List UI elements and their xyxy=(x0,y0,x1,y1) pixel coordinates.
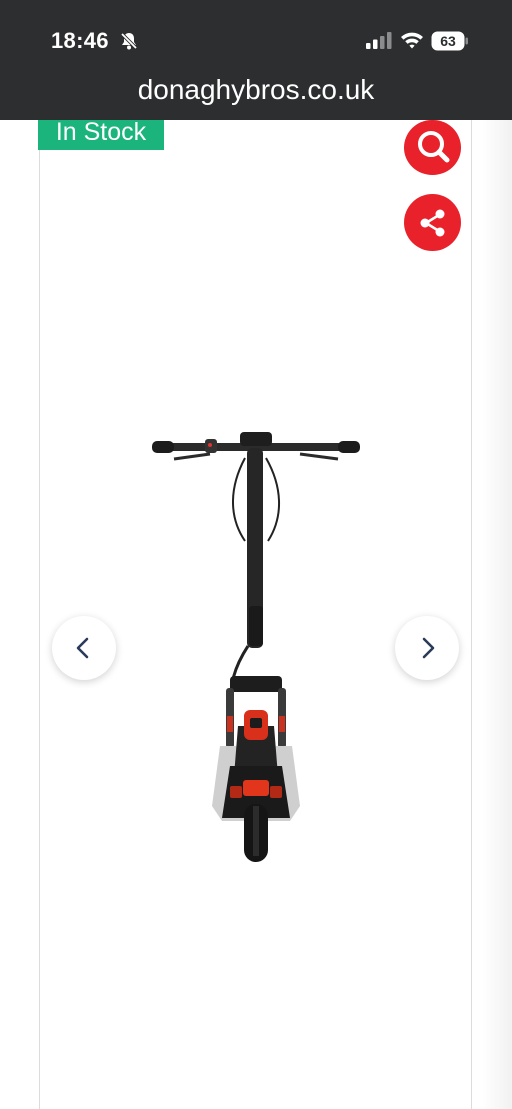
share-icon xyxy=(420,209,445,237)
zoom-search-button[interactable] xyxy=(404,120,461,175)
status-time: 18:46 xyxy=(51,28,109,53)
bell-slash-icon xyxy=(120,32,138,50)
share-button[interactable] xyxy=(404,194,461,251)
product-gallery: In Stock xyxy=(0,120,512,1109)
search-icon xyxy=(418,131,450,163)
wifi-icon xyxy=(401,32,423,49)
in-stock-badge: In Stock xyxy=(38,120,164,150)
gallery-border-right xyxy=(471,120,472,1109)
scroll-edge-shade xyxy=(482,120,512,1109)
battery-icon: 63 xyxy=(431,31,468,51)
scooter-image xyxy=(152,432,360,862)
signal-icon xyxy=(366,32,392,49)
chevron-right-icon xyxy=(422,637,435,659)
battery-level: 63 xyxy=(440,33,456,49)
gallery-border-left xyxy=(39,120,40,1109)
address-bar-url[interactable]: donaghybros.co.uk xyxy=(0,74,512,106)
chevron-left-icon xyxy=(76,637,89,659)
next-image-button[interactable] xyxy=(395,616,459,680)
status-bar: 18:46 63 donaghybros.co.uk xyxy=(0,0,512,120)
prev-image-button[interactable] xyxy=(52,616,116,680)
